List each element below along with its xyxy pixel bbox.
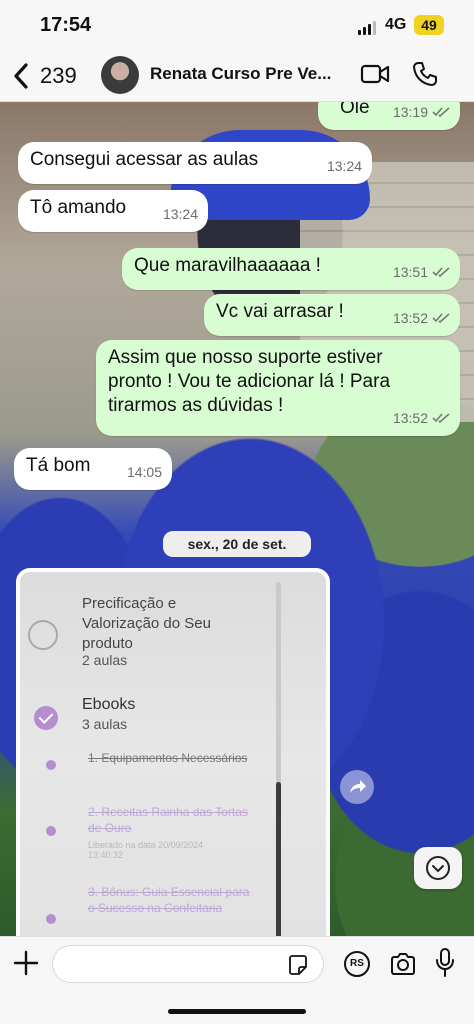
message-time: 13:52 (392, 310, 428, 326)
chat-area[interactable]: Ole 13:19 Consegui acessar as aulas 13:2… (0, 102, 474, 936)
message-input[interactable] (52, 945, 324, 983)
message-bubble-outgoing[interactable]: Que maravilhaaaaaa ! 13:51 (122, 248, 460, 290)
lesson-dot (46, 914, 56, 924)
message-meta: 13:51 (393, 260, 450, 284)
lesson-dot (46, 760, 56, 770)
read-receipt-icon (432, 267, 450, 277)
module-status-circle (28, 620, 58, 650)
message-bubble-outgoing[interactable]: Vc vai arrasar ! 13:52 (204, 294, 460, 336)
composer-bar: RS (0, 936, 474, 1024)
status-time: 17:54 (40, 14, 92, 36)
screenshot-image: Precificação e Valorização do Seu produt… (20, 572, 326, 936)
message-meta: 13:52 (393, 406, 450, 430)
module-title: Ebooks (82, 696, 136, 713)
read-receipt-icon (432, 313, 450, 323)
chat-header: 17:54 4G 49 239 Renata Curso Pre Ve... (0, 0, 474, 102)
lesson-title: 2. Receitas Rainha das Tortas de Ouro (88, 805, 248, 835)
contact-name[interactable]: Renata Curso Pre Ve... (150, 64, 350, 84)
back-button[interactable]: 239 (10, 58, 100, 94)
read-receipt-icon (432, 107, 450, 117)
message-text: Assim que nosso suporte estiver pronto !… (108, 347, 391, 416)
lesson-dot (46, 826, 56, 836)
sticker-icon[interactable] (286, 953, 310, 977)
avatar[interactable] (101, 56, 139, 94)
lesson-title: 3. Bônus: Guia Essencial para o Sucesso … (88, 885, 250, 915)
lesson-title: 1. Equipamentos Necessários (88, 751, 248, 765)
home-indicator (168, 1009, 306, 1014)
battery-level: 49 (414, 15, 444, 35)
lesson-release-date: Liberado na data 20/09/2024 13:40:32 (88, 840, 204, 860)
scroll-down-icon (426, 856, 450, 880)
message-time: 14:05 (126, 464, 162, 480)
unread-count: 239 (40, 63, 77, 88)
message-meta: 13:19 (393, 102, 450, 124)
message-meta: 13:24 (163, 202, 198, 226)
network-type: 4G (385, 16, 407, 33)
phone-call-icon[interactable] (412, 61, 438, 87)
message-bubble-outgoing[interactable]: Assim que nosso suporte estiver pronto !… (96, 340, 460, 436)
message-meta: 13:52 (393, 306, 450, 330)
back-chevron-icon (14, 63, 28, 89)
message-time: 13:51 (392, 264, 428, 280)
microphone-icon[interactable] (434, 947, 456, 979)
message-text: Consegui acessar as aulas (30, 149, 259, 170)
message-bubble-incoming[interactable]: Consegui acessar as aulas 13:24 (18, 142, 372, 184)
image-message[interactable]: Precificação e Valorização do Seu produt… (16, 568, 330, 936)
date-divider: sex., 20 de set. (163, 531, 311, 557)
message-time: 13:24 (162, 206, 198, 222)
message-time: 13:19 (392, 104, 428, 120)
rs-sticker-button[interactable]: RS (344, 951, 370, 977)
message-time: 13:24 (326, 158, 362, 174)
video-call-icon[interactable] (360, 62, 390, 86)
share-forward-icon (350, 780, 366, 793)
read-receipt-icon (432, 413, 450, 423)
camera-icon[interactable] (389, 951, 417, 977)
message-bubble-incoming[interactable]: Tô amando 13:24 (18, 190, 208, 232)
image-scroll-thumb (276, 782, 281, 936)
message-meta: 13:24 (327, 154, 362, 178)
forward-button[interactable] (340, 770, 374, 804)
signal-icon (358, 21, 378, 35)
message-time: 13:52 (392, 410, 428, 426)
message-bubble-outgoing[interactable]: Ole 13:19 (318, 102, 460, 130)
scroll-to-bottom-button[interactable] (414, 847, 462, 889)
message-meta: 14:05 (127, 460, 162, 484)
plus-icon[interactable] (12, 949, 40, 977)
module-lesson-count: 2 aulas (82, 652, 128, 668)
module-title: Precificação e Valorização do Seu produt… (82, 595, 211, 652)
module-check-icon (34, 706, 58, 730)
module-lesson-count: 3 aulas (82, 716, 128, 732)
message-bubble-incoming[interactable]: Tá bom 14:05 (14, 448, 172, 490)
